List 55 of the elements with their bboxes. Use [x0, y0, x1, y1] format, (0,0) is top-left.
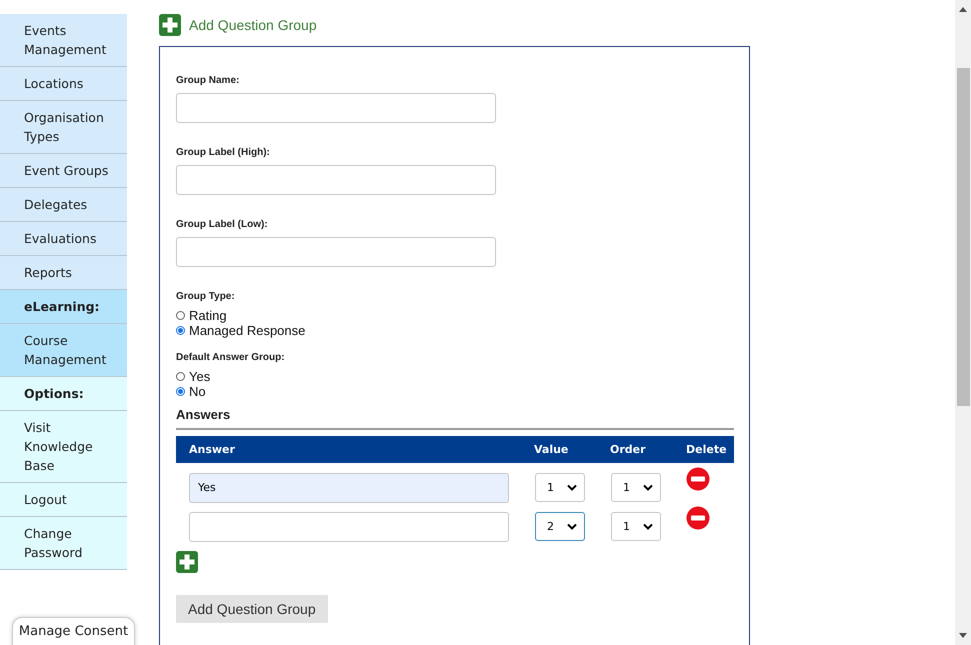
sidebar-link[interactable]: Reports [0, 256, 127, 290]
column-header: Answer [189, 443, 236, 456]
sidebar-link[interactable]: Logout [0, 483, 127, 517]
text-input-field[interactable] [176, 237, 496, 267]
scroll-down-icon[interactable] [959, 633, 967, 638]
field-label: Group Name: [176, 75, 240, 86]
order-select[interactable]: 1 [611, 512, 661, 541]
sidebar-link[interactable]: Organisation Types [0, 101, 127, 154]
chevron-icon [643, 484, 653, 491]
section-heading: Answers [176, 407, 232, 422]
order-select[interactable]: 1 [611, 473, 661, 502]
scrollbar-thumb[interactable] [957, 68, 970, 406]
answer-input-field[interactable] [189, 512, 509, 542]
manage-consent-button[interactable]: Manage Consent [12, 617, 135, 645]
chevron-icon [567, 523, 577, 530]
add-icon[interactable] [159, 14, 181, 36]
value-select[interactable]: 2 [535, 512, 585, 541]
sidebar-link[interactable]: Event Groups [0, 154, 127, 188]
radio-label: Rating [189, 308, 227, 323]
sidebar-link[interactable]: Delegates [0, 188, 127, 222]
add-icon[interactable] [176, 551, 198, 573]
sidebar-link[interactable]: Events Management [0, 14, 127, 67]
field-label: Default Answer Group: [176, 352, 286, 363]
add-question-group-link[interactable]: Add Question Group [189, 17, 317, 33]
chevron-icon [643, 523, 653, 530]
scroll-up-icon[interactable] [959, 7, 967, 12]
sidebar-link[interactable]: Locations [0, 67, 127, 101]
radio-button[interactable] [176, 326, 185, 335]
radio-label: Yes [189, 369, 210, 384]
field-label: Group Type: [176, 291, 236, 302]
sidebar-link[interactable]: Visit Knowledge Base [0, 411, 127, 483]
delete-icon[interactable] [686, 467, 710, 491]
radio-label: Managed Response [189, 323, 306, 338]
field-label: Group Label (High): [176, 147, 271, 158]
answer-input-field[interactable]: Yes [189, 473, 509, 503]
text-input-field[interactable] [176, 93, 496, 123]
value-select[interactable]: 1 [535, 473, 585, 502]
scrollbar[interactable] [955, 0, 971, 645]
sidebar-heading: eLearning: [0, 290, 127, 324]
chevron-icon [567, 484, 577, 491]
field-label: Group Label (Low): [176, 219, 269, 230]
column-header: Delete [686, 443, 727, 456]
sidebar-heading: Options: [0, 377, 127, 411]
column-header: Value [534, 443, 570, 456]
delete-icon[interactable] [686, 506, 710, 530]
add-question-group-button[interactable]: Add Question Group [176, 595, 328, 623]
radio-button[interactable] [176, 387, 185, 396]
sidebar-link[interactable]: Course Management [0, 324, 127, 377]
sidebar-link[interactable]: Change Password [0, 517, 127, 570]
radio-button[interactable] [176, 372, 185, 381]
sidebar-link[interactable]: Evaluations [0, 222, 127, 256]
text-input-field[interactable] [176, 165, 496, 195]
radio-label: No [189, 384, 206, 399]
radio-button[interactable] [176, 311, 185, 320]
column-header: Order [610, 443, 647, 456]
